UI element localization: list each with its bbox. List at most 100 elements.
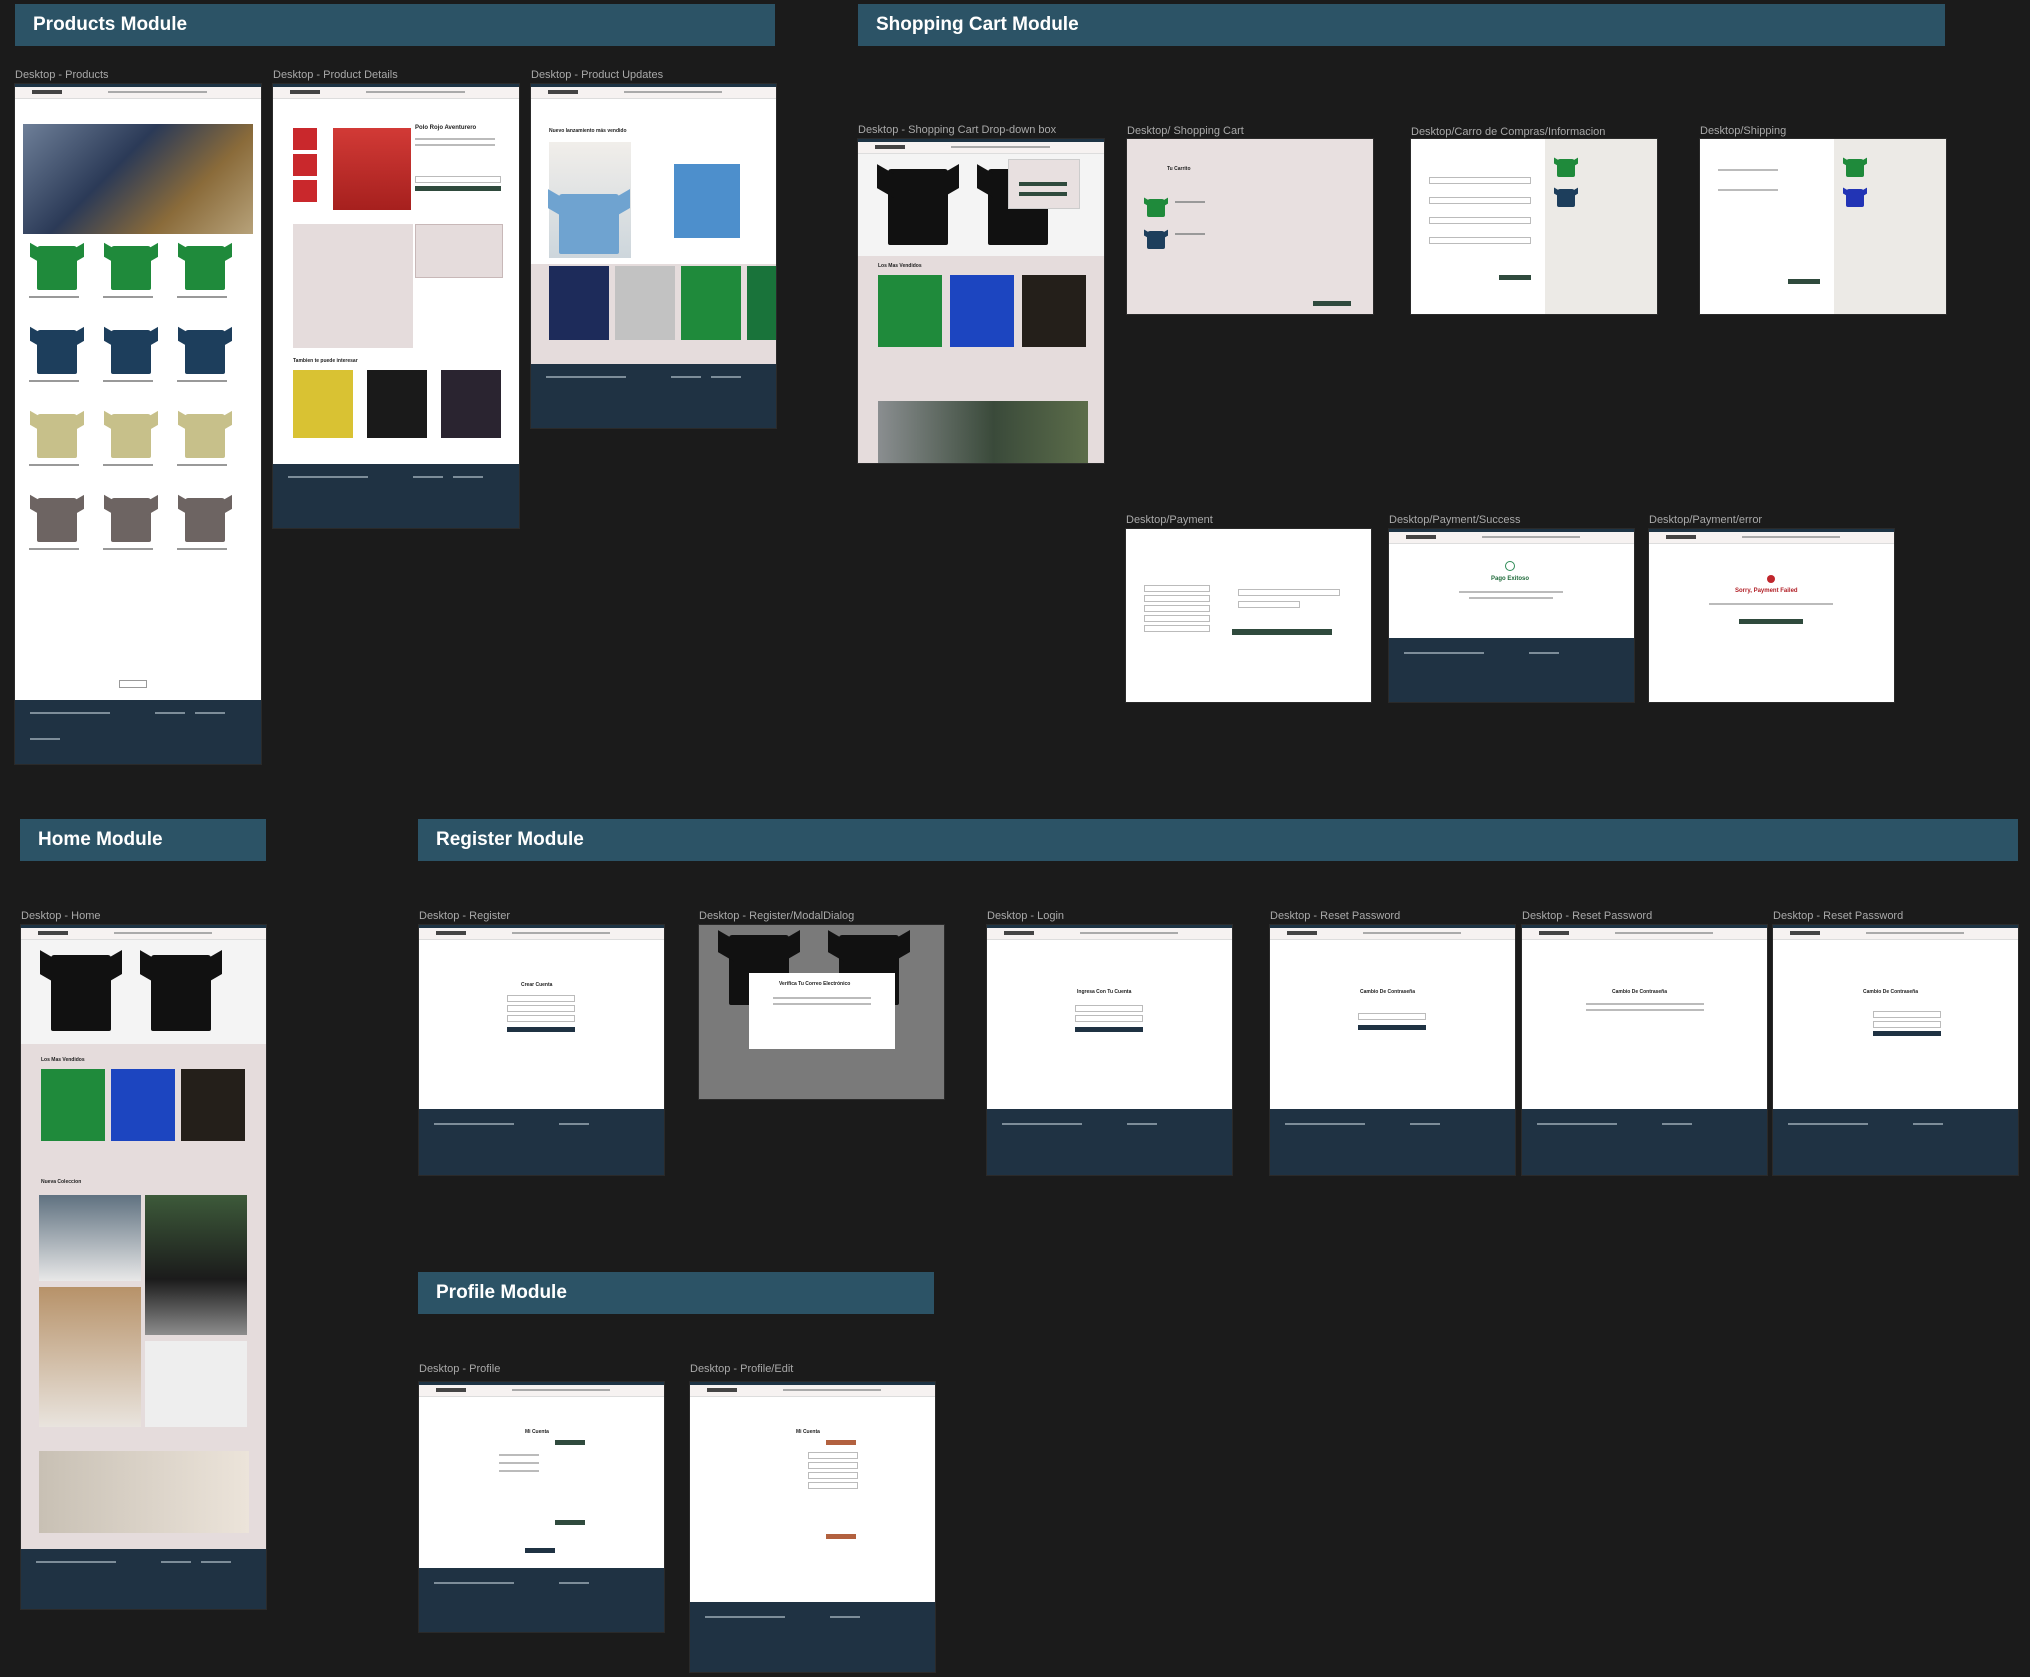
password-input[interactable] bbox=[507, 1015, 575, 1022]
frame-shopping-cart[interactable]: Tu Carrito bbox=[1127, 139, 1373, 314]
checkout-button[interactable] bbox=[1313, 301, 1351, 306]
navbar[interactable] bbox=[531, 87, 776, 99]
frame-label-profile-edit: Desktop - Profile/Edit bbox=[690, 1363, 794, 1375]
navbar[interactable] bbox=[1270, 928, 1515, 940]
save-payment-button[interactable] bbox=[826, 1534, 856, 1539]
confirm-password-input[interactable] bbox=[1873, 1021, 1941, 1028]
pay-button[interactable] bbox=[1232, 629, 1332, 635]
register-button[interactable] bbox=[507, 1027, 575, 1032]
name-input[interactable] bbox=[507, 995, 575, 1002]
form-field[interactable] bbox=[1429, 217, 1531, 224]
form-field[interactable] bbox=[1429, 197, 1531, 204]
frame-cart-info[interactable] bbox=[1411, 139, 1657, 314]
continue-button[interactable] bbox=[1788, 279, 1820, 284]
frame-label-register: Desktop - Register bbox=[419, 910, 511, 922]
navbar[interactable] bbox=[419, 1385, 664, 1397]
thumbnail[interactable] bbox=[293, 128, 317, 150]
hero-tee-black bbox=[51, 955, 111, 1031]
size-select[interactable] bbox=[415, 176, 501, 183]
retry-button[interactable] bbox=[1739, 619, 1803, 624]
address-input[interactable] bbox=[808, 1482, 858, 1489]
navbar[interactable] bbox=[419, 928, 664, 940]
form-field[interactable] bbox=[1429, 237, 1531, 244]
expiry-input[interactable] bbox=[1238, 601, 1300, 608]
frame-login[interactable]: Ingresa Con Tu Cuenta bbox=[987, 925, 1232, 1175]
section-header-products: Products Module bbox=[15, 4, 775, 46]
card-number-input[interactable] bbox=[1238, 589, 1340, 596]
frame-register[interactable]: Crear Cuenta bbox=[419, 925, 664, 1175]
login-button[interactable] bbox=[1075, 1027, 1143, 1032]
frame-products[interactable] bbox=[15, 84, 261, 764]
frame-label-profile: Desktop - Profile bbox=[419, 1363, 501, 1375]
navbar[interactable] bbox=[1773, 928, 2018, 940]
save-button[interactable] bbox=[525, 1548, 555, 1553]
frame-payment-error[interactable]: Sorry, Payment Failed bbox=[1649, 529, 1894, 702]
navbar[interactable] bbox=[15, 87, 261, 99]
save-profile-button[interactable] bbox=[826, 1440, 856, 1445]
product-tee-grey bbox=[615, 266, 675, 340]
product-tee-navy bbox=[111, 330, 151, 374]
save-button[interactable] bbox=[1873, 1031, 1941, 1036]
cart-dropdown-panel[interactable] bbox=[1008, 159, 1080, 209]
frame-label-login: Desktop - Login bbox=[987, 910, 1065, 922]
checkout-button[interactable] bbox=[1019, 182, 1067, 186]
password-input[interactable] bbox=[1873, 1011, 1941, 1018]
frame-register-modal[interactable]: Verifica Tu Correo Electrónico bbox=[699, 925, 944, 1099]
frame-home[interactable]: Los Mas Vendidos Nueva Coleccion bbox=[21, 925, 266, 1609]
frame-shipping[interactable] bbox=[1700, 139, 1946, 314]
form-field[interactable] bbox=[1429, 177, 1531, 184]
frame-reset-password-3[interactable]: Cambio De Contraseña bbox=[1773, 925, 2018, 1175]
my-account-title: Mi Cuenta bbox=[525, 1429, 549, 1435]
product-accordion[interactable] bbox=[293, 224, 413, 348]
add-to-cart-button[interactable] bbox=[415, 186, 501, 191]
frame-payment[interactable] bbox=[1126, 529, 1371, 702]
frame-label-reset-1: Desktop - Reset Password bbox=[1270, 910, 1401, 922]
product-tee-green bbox=[111, 246, 151, 290]
product-tee-black bbox=[1022, 275, 1086, 347]
thumbnail[interactable] bbox=[293, 154, 317, 176]
navbar[interactable] bbox=[1649, 532, 1894, 544]
load-more-button[interactable] bbox=[119, 680, 147, 688]
navbar[interactable] bbox=[858, 142, 1104, 154]
frame-cart-dropdown[interactable]: Los Mas Vendidos bbox=[858, 139, 1104, 463]
payment-failed-title: Sorry, Payment Failed bbox=[1735, 588, 1798, 594]
collection-photo bbox=[145, 1195, 247, 1335]
product-main-image bbox=[333, 128, 411, 210]
cart-item-tee-navy bbox=[1147, 231, 1165, 249]
frame-profile-edit[interactable]: Mi Cuenta bbox=[690, 1382, 935, 1672]
phone-input[interactable] bbox=[808, 1472, 858, 1479]
frame-label-cart-info: Desktop/Carro de Compras/Informacion bbox=[1411, 126, 1606, 138]
navbar[interactable] bbox=[1522, 928, 1767, 940]
name-input[interactable] bbox=[808, 1452, 858, 1459]
hero-tshirt-pile bbox=[23, 124, 253, 234]
password-input[interactable] bbox=[1075, 1015, 1143, 1022]
product-tee-navy bbox=[185, 330, 225, 374]
continue-button[interactable] bbox=[1499, 275, 1531, 280]
frame-product-updates[interactable]: Nuevo lanzamiento más vendido bbox=[531, 84, 776, 428]
frame-profile[interactable]: Mi Cuenta bbox=[419, 1382, 664, 1632]
thumbnail[interactable] bbox=[293, 180, 317, 202]
view-cart-button[interactable] bbox=[1019, 192, 1067, 196]
send-button[interactable] bbox=[1358, 1025, 1426, 1030]
edit-payment-button[interactable] bbox=[555, 1520, 585, 1525]
lastname-input[interactable] bbox=[808, 1462, 858, 1469]
email-input[interactable] bbox=[507, 1005, 575, 1012]
navbar[interactable] bbox=[21, 928, 266, 940]
frame-product-details[interactable]: Polo Rojo Aventurero Tambien te puede in… bbox=[273, 84, 519, 528]
cart-item-tee-green bbox=[1147, 199, 1165, 217]
frame-reset-password-2[interactable]: Cambio De Contraseña bbox=[1522, 925, 1767, 1175]
email-input[interactable] bbox=[1358, 1013, 1426, 1020]
product-tee-blue bbox=[674, 164, 740, 238]
email-input[interactable] bbox=[1075, 1005, 1143, 1012]
edit-profile-button[interactable] bbox=[555, 1440, 585, 1445]
product-tee-navy bbox=[37, 330, 77, 374]
frame-reset-password-1[interactable]: Cambio De Contraseña bbox=[1270, 925, 1515, 1175]
create-account-title: Crear Cuenta bbox=[521, 982, 553, 988]
verify-email-modal[interactable]: Verifica Tu Correo Electrónico bbox=[749, 973, 895, 1049]
frame-payment-success[interactable]: Pago Exitoso bbox=[1389, 529, 1634, 702]
navbar[interactable] bbox=[987, 928, 1232, 940]
section-header-profile: Profile Module bbox=[418, 1272, 934, 1314]
navbar[interactable] bbox=[1389, 532, 1634, 544]
navbar[interactable] bbox=[690, 1385, 935, 1397]
navbar[interactable] bbox=[273, 87, 519, 99]
